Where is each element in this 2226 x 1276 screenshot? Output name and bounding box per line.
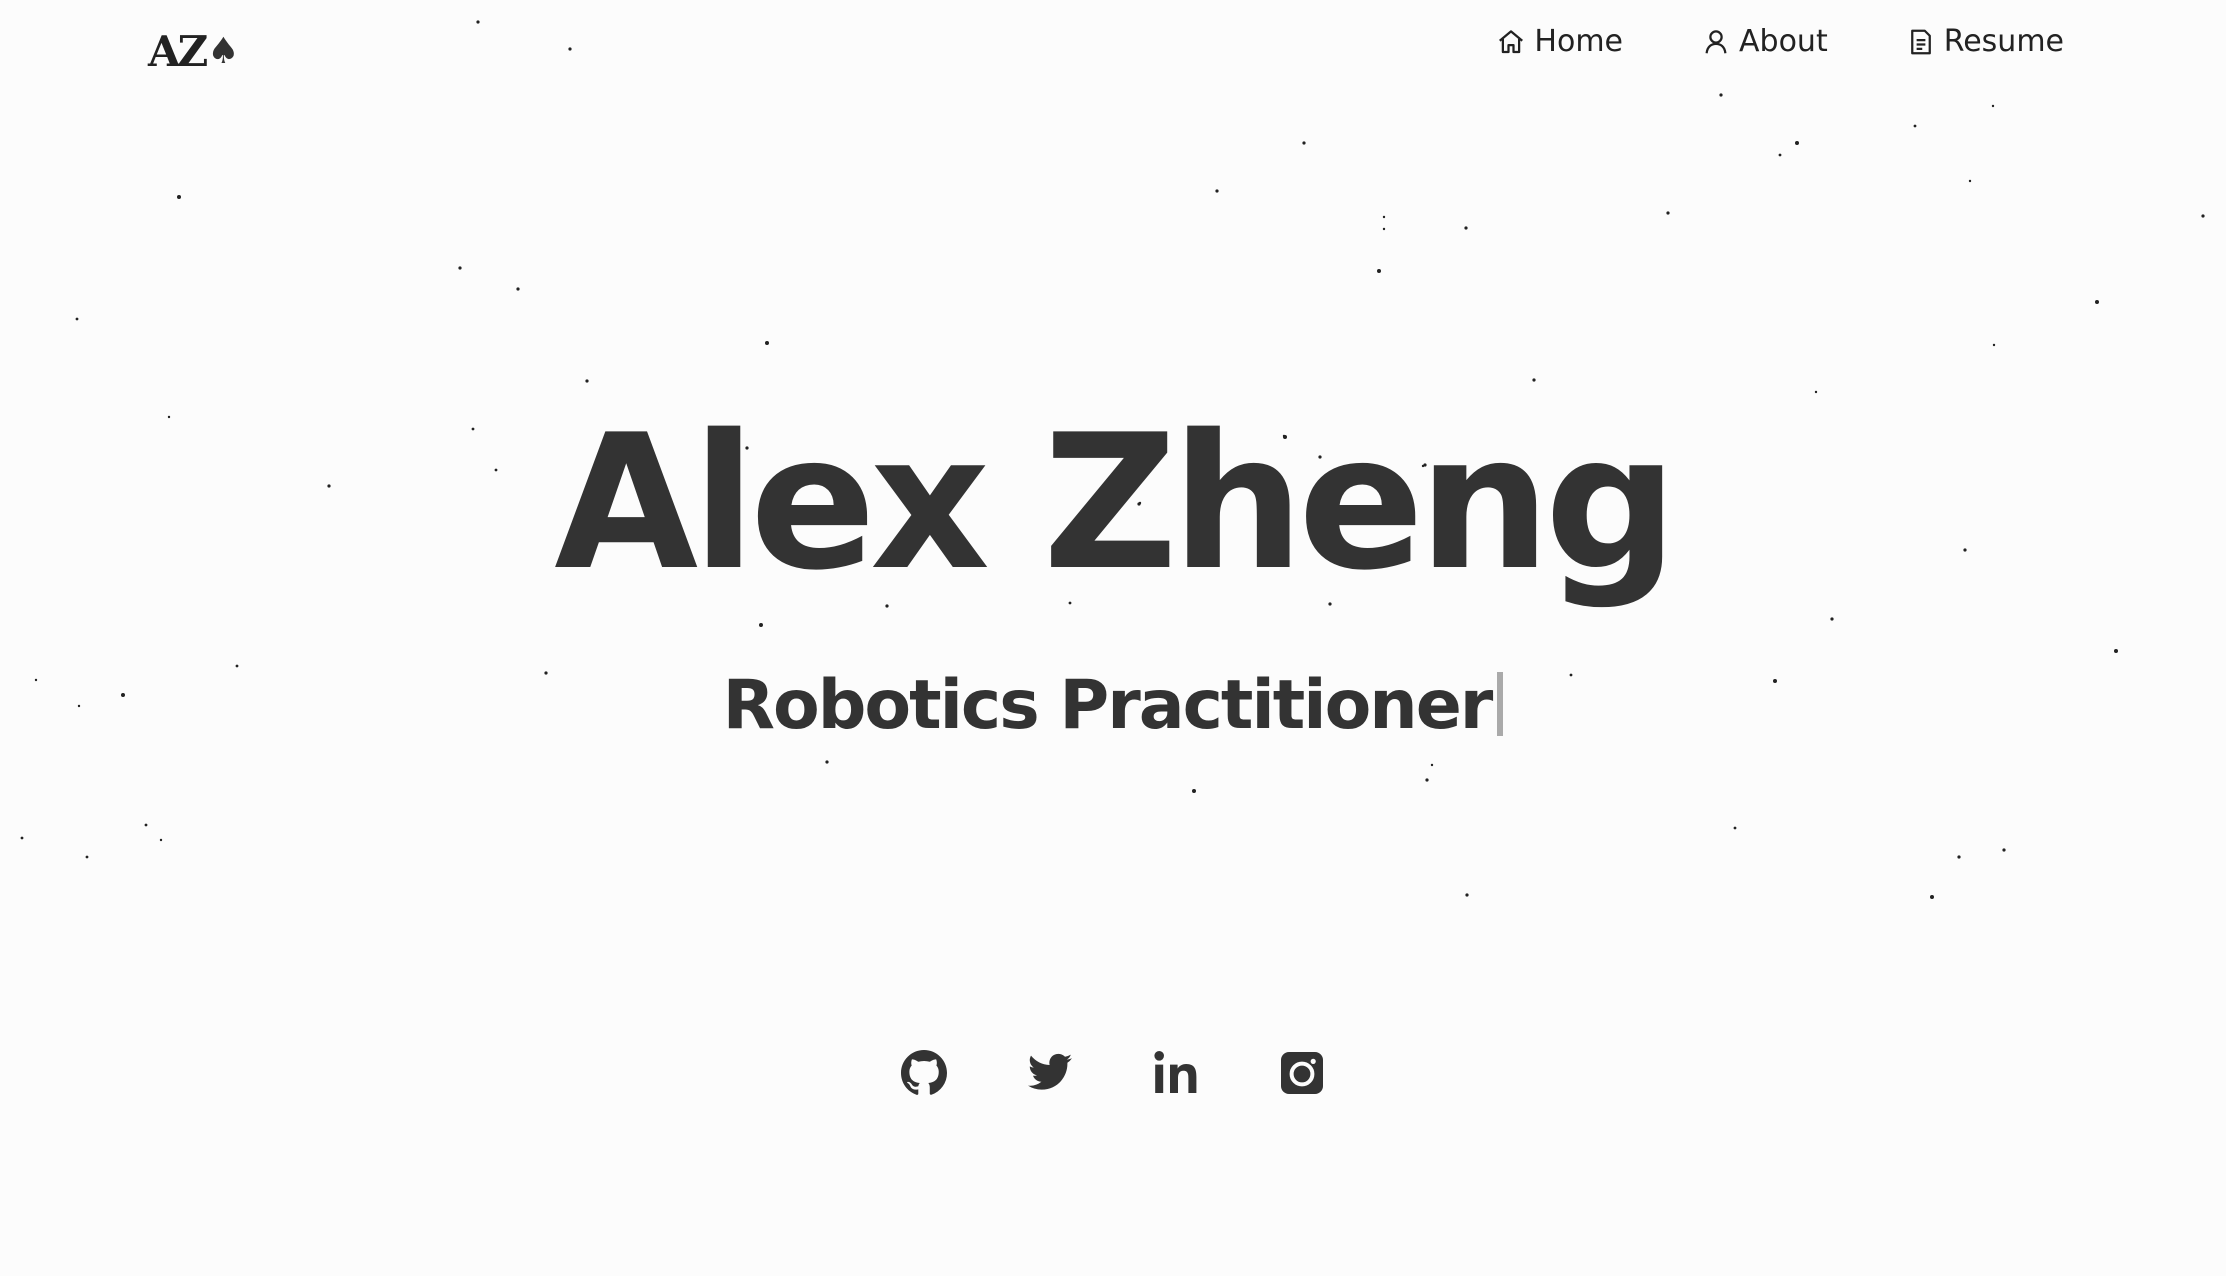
- nav-home[interactable]: Home: [1496, 24, 1623, 59]
- typing-cursor: [1497, 672, 1504, 736]
- typed-role-text: Robotics Practitioner: [722, 666, 1494, 745]
- main-nav: Home About Resume: [1496, 24, 2064, 59]
- nav-about[interactable]: About: [1701, 24, 1828, 59]
- instagram-icon: [1281, 1052, 1323, 1094]
- home-icon: [1499, 29, 1524, 53]
- hero-name: Alex Zheng: [554, 394, 1678, 611]
- linkedin-link[interactable]: [1152, 1046, 1200, 1100]
- site-logo[interactable]: AZ ♠: [148, 26, 240, 76]
- github-link[interactable]: [900, 1046, 948, 1100]
- social-links: [0, 1046, 2226, 1100]
- github-icon: [901, 1050, 947, 1095]
- spade-icon: ♠: [207, 30, 239, 72]
- page: AZ ♠ Home About Resume Alex Zheng Roboti…: [0, 0, 2226, 1276]
- nav-resume-label: Resume: [1943, 24, 2064, 59]
- linkedin-icon: [1154, 1051, 1197, 1093]
- hero-subtitle: Robotics Practitioner: [0, 672, 2226, 740]
- user-icon: [1705, 29, 1727, 53]
- instagram-link[interactable]: [1278, 1046, 1326, 1100]
- nav-home-label: Home: [1534, 24, 1624, 59]
- nav-about-label: About: [1739, 24, 1828, 59]
- twitter-icon: [1028, 1053, 1072, 1090]
- nav-resume[interactable]: Resume: [1906, 24, 2064, 59]
- twitter-link[interactable]: [1026, 1046, 1074, 1100]
- logo-text: AZ: [148, 26, 208, 76]
- document-icon: [1910, 29, 1931, 54]
